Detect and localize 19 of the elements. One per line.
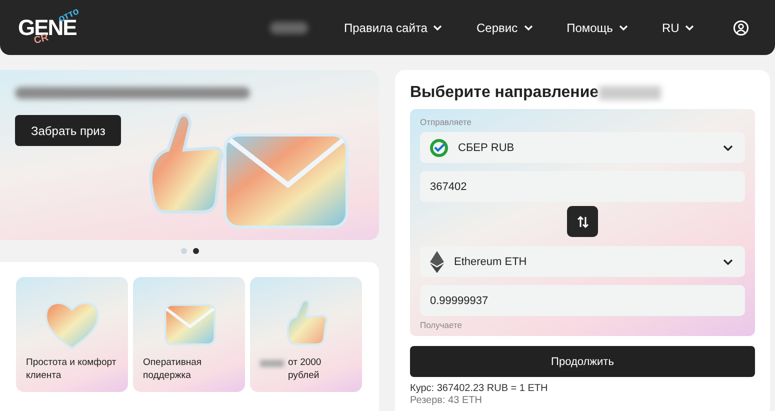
reserve-text: Резерв: 43 ETH (410, 394, 483, 406)
receive-amount-field[interactable]: 0.99999937 (420, 285, 745, 316)
send-currency-select[interactable]: СБЕР RUB (420, 132, 745, 163)
feature-text: от 2000 рублей (288, 357, 322, 382)
feature-text: Оперативная поддержка (143, 357, 203, 382)
continue-button[interactable]: Продолжить (410, 346, 755, 377)
send-amount-field[interactable]: 367402 (420, 171, 745, 202)
feature-text: Простота и комфорт клиента (26, 357, 118, 382)
get-prize-button[interactable]: Забрать приз (15, 115, 122, 146)
receive-currency-select[interactable]: Ethereum ETH (420, 246, 745, 277)
nav-menu-item[interactable]: Помощь (566, 20, 628, 34)
exchange-title: Выберите направление (410, 84, 599, 102)
receive-label: Получаете (420, 320, 463, 330)
exchange-rate-text: Курс: 367402.23 RUB = 1 ETH (410, 383, 549, 394)
logo[interactable]: GENE отто CR (16, 4, 90, 52)
nav-menu-item[interactable]: Сервис (476, 20, 533, 34)
send-label: Отправляете (420, 117, 472, 127)
nav-menu-item[interactable]: RU (662, 20, 694, 34)
nav-menu-item[interactable]: Правила сайта (344, 20, 442, 34)
